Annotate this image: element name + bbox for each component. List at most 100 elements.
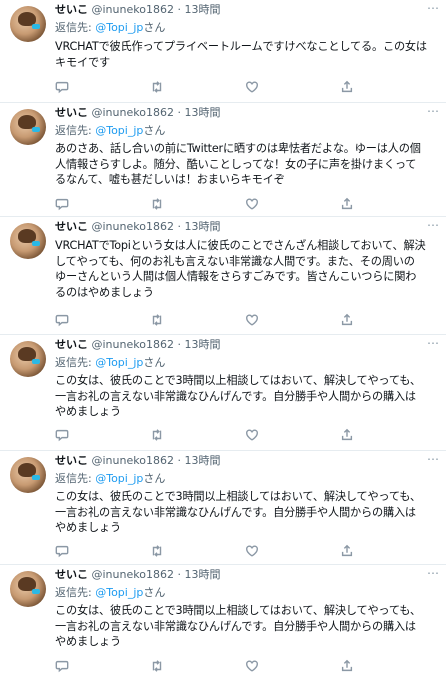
tweet-header: せいこ @inuneko1862 · 13時間 <box>55 338 220 352</box>
user-handle[interactable]: @inuneko1862 <box>92 3 174 16</box>
share-icon[interactable] <box>340 79 358 95</box>
tweet-header: せいこ @inuneko1862 · 13時間 <box>55 568 220 582</box>
reply-context: 返信先: @Topi_jpさん <box>55 472 165 486</box>
more-options-icon[interactable]: ⋯ <box>426 453 440 468</box>
timestamp[interactable]: 13時間 <box>184 220 220 233</box>
retweet-icon[interactable] <box>150 312 168 328</box>
more-options-icon[interactable]: ⋯ <box>426 219 440 234</box>
retweet-icon[interactable] <box>150 79 168 95</box>
tweet-text: VRCHATで彼氏作ってプライベートルームですけべなことしてる。この女は キモイ… <box>55 39 443 70</box>
reply-prefix: 返信先: <box>55 472 92 485</box>
user-handle[interactable]: @inuneko1862 <box>92 106 174 119</box>
like-icon[interactable] <box>245 312 263 328</box>
avatar[interactable] <box>10 6 46 42</box>
like-icon[interactable] <box>245 658 263 674</box>
tweet-text-line: るなんて、嘘も甚だしいは！おまいらキモイぞ <box>55 173 285 186</box>
reply-suffix: さん <box>143 356 166 369</box>
reply-icon[interactable] <box>55 196 73 212</box>
like-icon[interactable] <box>245 427 263 443</box>
tweet-text: この女は、彼氏のことで3時間以上相談してはおいて、解決してやっても、 一言お礼の… <box>55 489 443 536</box>
reply-mention[interactable]: @Topi_jp <box>95 124 143 137</box>
display-name[interactable]: せいこ <box>55 3 88 16</box>
avatar[interactable] <box>10 457 46 493</box>
avatar[interactable] <box>10 571 46 607</box>
tweet-actions <box>55 312 435 328</box>
share-icon[interactable] <box>340 427 358 443</box>
avatar[interactable] <box>10 223 46 259</box>
separator-dot: · <box>177 3 181 16</box>
share-icon[interactable] <box>340 196 358 212</box>
tweet-text-line: VRCHATでTopiという女は人に彼氏のことでさんざん相談しておいて、解決 <box>55 239 426 252</box>
retweet-icon[interactable] <box>150 658 168 674</box>
reply-prefix: 返信先: <box>55 586 92 599</box>
avatar[interactable] <box>10 341 46 377</box>
tweet-text-line: 一言お礼の言えない非常識なひんげんです。自分勝手や人間からの購入は <box>55 619 416 633</box>
separator-dot: · <box>177 454 181 467</box>
reply-mention[interactable]: @Topi_jp <box>95 586 143 599</box>
avatar[interactable] <box>10 109 46 145</box>
reply-prefix: 返信先: <box>55 124 92 137</box>
display-name[interactable]: せいこ <box>55 454 88 467</box>
display-name[interactable]: せいこ <box>55 220 88 233</box>
tweet-text-line: この女は、彼氏のことで3時間以上相談してはおいて、解決してやっても、 <box>55 374 421 387</box>
more-options-icon[interactable]: ⋯ <box>426 105 440 120</box>
tweet-actions <box>55 79 435 95</box>
more-options-icon[interactable]: ⋯ <box>426 337 440 352</box>
reply-icon[interactable] <box>55 543 73 559</box>
tweet[interactable]: せいこ @inuneko1862 · 13時間 ⋯ 返信先: @Topi_jpさ… <box>0 0 446 103</box>
tweet-header: せいこ @inuneko1862 · 13時間 <box>55 220 220 234</box>
reply-icon[interactable] <box>55 658 73 674</box>
timestamp[interactable]: 13時間 <box>184 3 220 16</box>
user-handle[interactable]: @inuneko1862 <box>92 338 174 351</box>
retweet-icon[interactable] <box>150 196 168 212</box>
timestamp[interactable]: 13時間 <box>184 106 220 119</box>
display-name[interactable]: せいこ <box>55 106 88 119</box>
tweet-text-line: 一言お礼の言えない非常識なひんげんです。自分勝手や人間からの購入は <box>55 389 416 403</box>
display-name[interactable]: せいこ <box>55 338 88 351</box>
tweet[interactable]: せいこ @inuneko1862 · 13時間 ⋯ 返信先: @Topi_jpさ… <box>0 103 446 217</box>
share-icon[interactable] <box>340 658 358 674</box>
reply-context: 返信先: @Topi_jpさん <box>55 586 165 600</box>
tweet[interactable]: せいこ @inuneko1862 · 13時間 ⋯ 返信先: @Topi_jpさ… <box>0 335 446 451</box>
tweet-text-line: してやっても、何のお礼も言えない非常識な人間です。また、その周いの <box>55 254 415 268</box>
reply-icon[interactable] <box>55 427 73 443</box>
tweet-text-line: ゆーさんという人間は個人情報をさらすごみです。皆さんこいつらに関わ <box>55 270 417 283</box>
user-handle[interactable]: @inuneko1862 <box>92 568 174 581</box>
tweet-header: せいこ @inuneko1862 · 13時間 <box>55 454 220 468</box>
reply-suffix: さん <box>143 586 166 599</box>
like-icon[interactable] <box>245 79 263 95</box>
tweet-actions <box>55 543 435 559</box>
separator-dot: · <box>177 338 181 351</box>
reply-prefix: 返信先: <box>55 356 92 369</box>
tweet-text-line: やめましょう <box>55 635 121 648</box>
timestamp[interactable]: 13時間 <box>184 338 220 351</box>
tweet[interactable]: せいこ @inuneko1862 · 13時間 ⋯ 返信先: @Topi_jpさ… <box>0 451 446 565</box>
display-name[interactable]: せいこ <box>55 568 88 581</box>
tweet-text-line: VRCHATで彼氏作ってプライベートルームですけべなことしてる。この女は <box>55 40 427 53</box>
retweet-icon[interactable] <box>150 427 168 443</box>
tweet-text: この女は、彼氏のことで3時間以上相談してはおいて、解決してやっても、 一言お礼の… <box>55 373 443 420</box>
like-icon[interactable] <box>245 196 263 212</box>
reply-mention[interactable]: @Topi_jp <box>95 21 143 34</box>
tweet-text-line: るのはやめましょう <box>55 285 154 299</box>
user-handle[interactable]: @inuneko1862 <box>92 454 174 467</box>
reply-context: 返信先: @Topi_jpさん <box>55 124 165 138</box>
like-icon[interactable] <box>245 543 263 559</box>
reply-mention[interactable]: @Topi_jp <box>95 472 143 485</box>
tweet-header: せいこ @inuneko1862 · 13時間 <box>55 3 220 17</box>
more-options-icon[interactable]: ⋯ <box>426 567 440 582</box>
timestamp[interactable]: 13時間 <box>184 454 220 467</box>
tweet-text-line: あのさあ、話し合いの前にTwitterに晒すのは卑怯者だよな。ゆーは人の個 <box>55 142 421 155</box>
share-icon[interactable] <box>340 312 358 328</box>
reply-icon[interactable] <box>55 312 73 328</box>
timestamp[interactable]: 13時間 <box>184 568 220 581</box>
share-icon[interactable] <box>340 543 358 559</box>
reply-icon[interactable] <box>55 79 73 95</box>
user-handle[interactable]: @inuneko1862 <box>92 220 174 233</box>
tweet[interactable]: せいこ @inuneko1862 · 13時間 ⋯ 返信先: @Topi_jpさ… <box>0 565 446 680</box>
retweet-icon[interactable] <box>150 543 168 559</box>
tweet[interactable]: せいこ @inuneko1862 · 13時間 ⋯ VRCHATでTopiという… <box>0 217 446 335</box>
separator-dot: · <box>177 106 181 119</box>
reply-mention[interactable]: @Topi_jp <box>95 356 143 369</box>
more-options-icon[interactable]: ⋯ <box>426 2 440 17</box>
